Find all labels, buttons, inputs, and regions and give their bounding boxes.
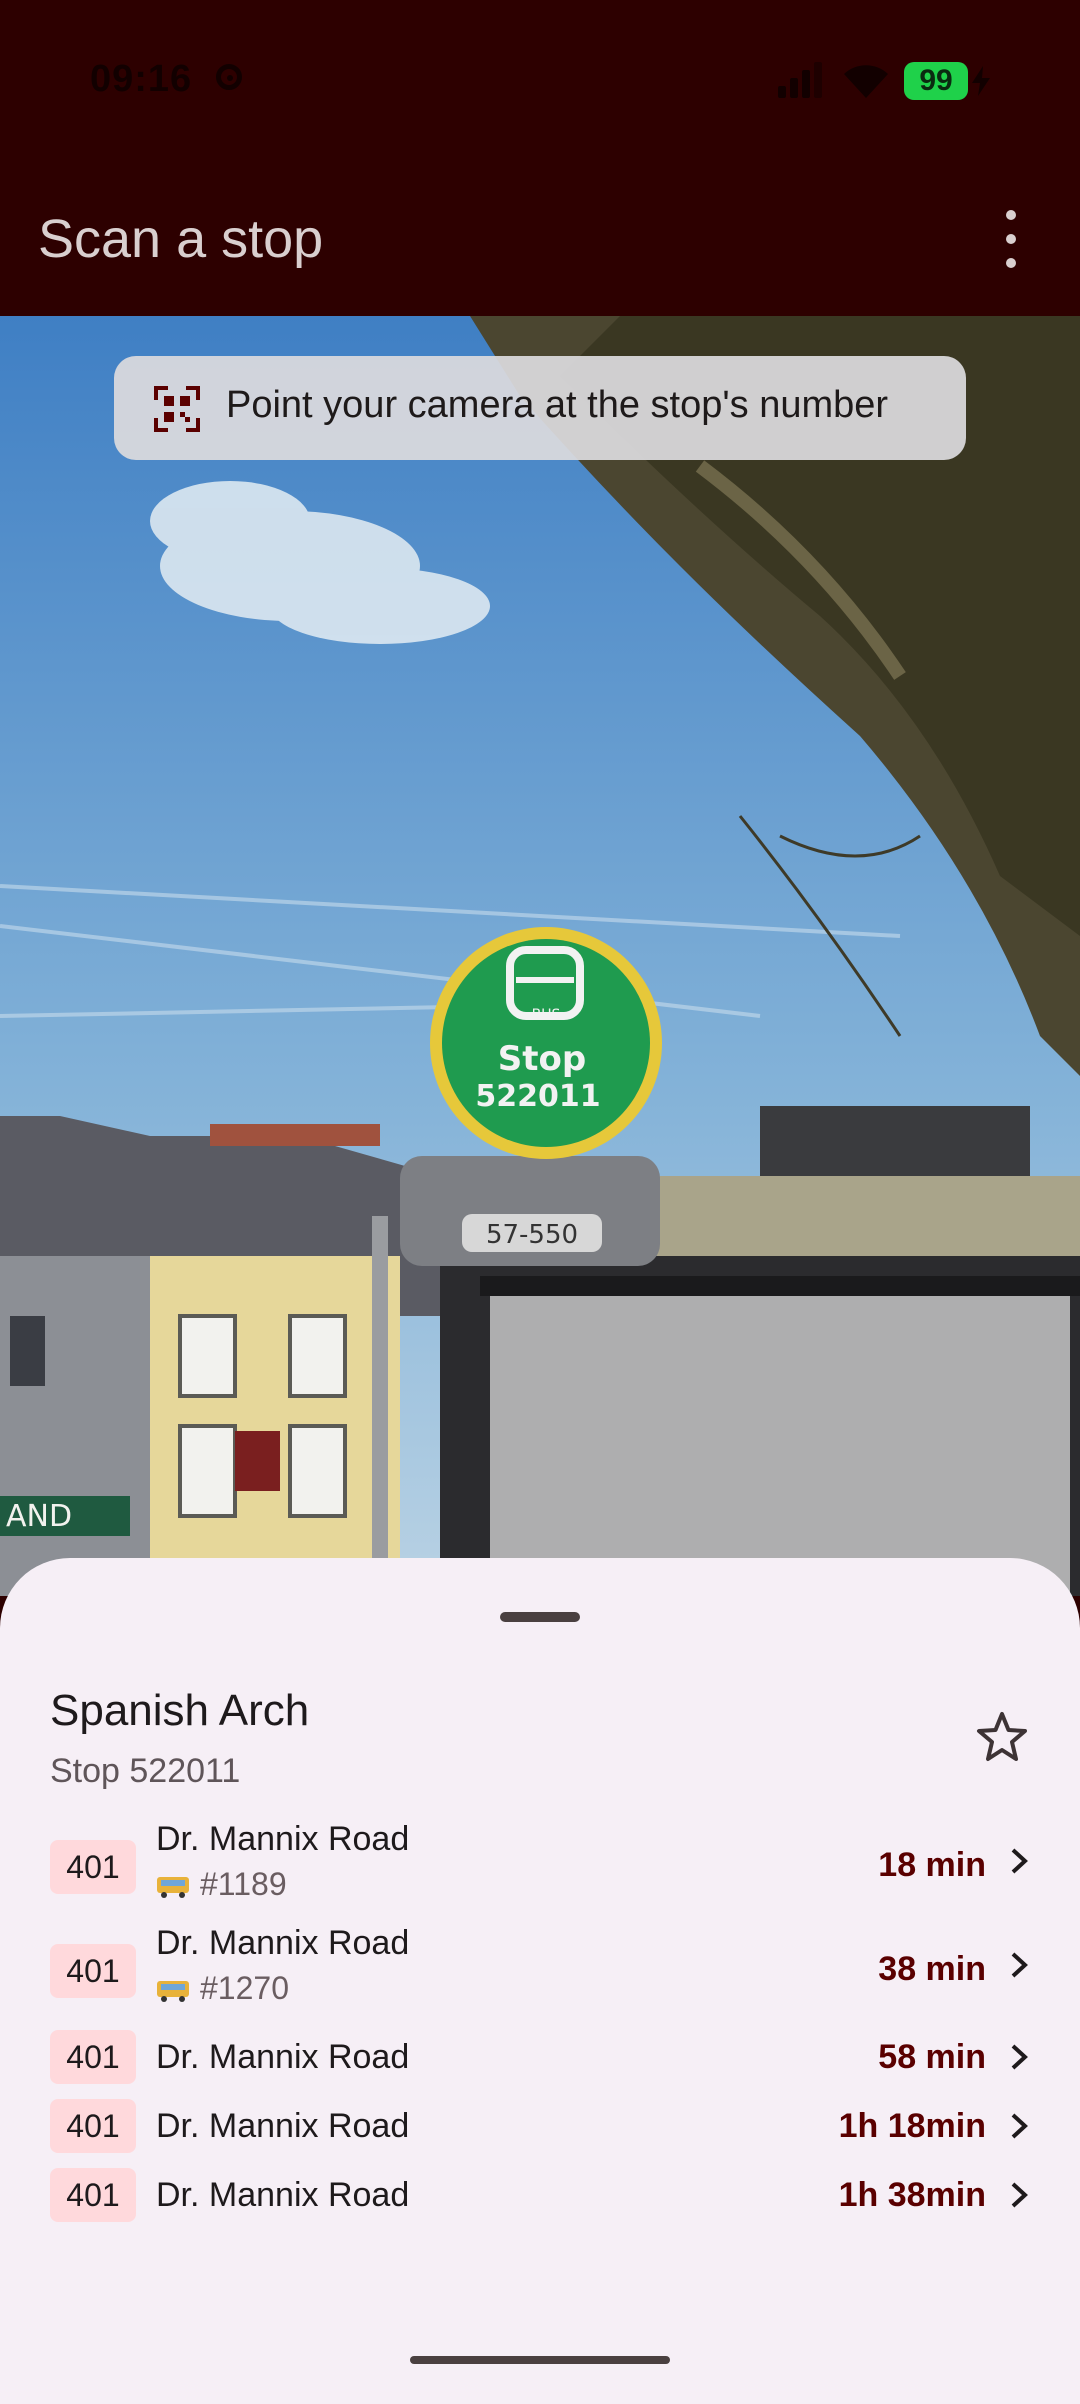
arrival-destination: Dr. Mannix Road <box>156 2176 410 2214</box>
scan-hint: Point your camera at the stop's number <box>114 356 966 460</box>
chevron-right-icon <box>1011 2113 1028 2139</box>
arrival-eta: 18 min <box>878 1846 986 1884</box>
route-badge: 401 <box>50 2168 136 2222</box>
vehicle-number: #1189 <box>200 1866 287 1902</box>
app-bar: Scan a stop <box>0 160 1080 316</box>
arrival-eta: 58 min <box>878 2038 986 2076</box>
arrival-row[interactable]: 401 Dr. Mannix Road #1189 18 min <box>0 1820 1080 1920</box>
route-badge: 401 <box>50 2099 136 2153</box>
sign-stop-word: Stop <box>498 1039 586 1079</box>
stop-name: Spanish Arch <box>50 1686 310 1735</box>
arrival-destination: Dr. Mannix Road <box>156 2107 410 2145</box>
chevron-right-icon <box>1011 1952 1028 1978</box>
scan-hint-text: Point your camera at the stop's number <box>226 384 889 426</box>
arrival-row[interactable]: 401 Dr. Mannix Road #1270 38 min <box>0 1924 1080 2024</box>
stop-code: Stop 522011 <box>50 1752 241 1790</box>
drag-handle[interactable] <box>500 1612 580 1622</box>
bus-icon <box>157 1876 189 1898</box>
arrival-destination: Dr. Mannix Road <box>156 1924 410 1962</box>
charging-icon <box>972 66 990 96</box>
sign-stop-number: 522011 <box>475 1079 600 1114</box>
status-bar: 09:16 99 <box>0 0 1080 160</box>
bus-icon <box>157 1980 189 2002</box>
qr-scan-icon <box>154 386 200 432</box>
sign-pole <box>372 1216 388 1596</box>
page-title: Scan a stop <box>38 209 324 269</box>
arrival-row[interactable]: 401 Dr. Mannix Road 58 min <box>0 2030 1080 2090</box>
vehicle-info: #1270 <box>156 1970 289 2007</box>
camera-preview[interactable]: AND 57-550 BUS Stop 522011 <box>0 316 1080 1596</box>
battery-icon: 99 <box>904 62 968 100</box>
chevron-right-icon <box>1011 2182 1028 2208</box>
vehicle-number: #1270 <box>200 1970 289 2006</box>
route-badge: 401 <box>50 1840 136 1894</box>
wifi-icon <box>844 65 888 98</box>
sign-bus-text: BUS <box>532 1007 561 1023</box>
arrival-destination: Dr. Mannix Road <box>156 1820 410 1858</box>
star-outline-icon[interactable] <box>972 1708 1032 1768</box>
arrival-eta: 38 min <box>878 1950 986 1988</box>
chevron-right-icon <box>1011 2044 1028 2070</box>
shop-sign-text: AND <box>6 1499 72 1534</box>
arrival-row[interactable]: 401 Dr. Mannix Road 1h 18min <box>0 2099 1080 2159</box>
status-time: 09:16 <box>90 58 193 100</box>
chevron-right-icon <box>1011 1848 1028 1874</box>
vehicle-info: #1189 <box>156 1866 287 1903</box>
route-badge: 401 <box>50 1944 136 1998</box>
arrival-eta: 1h 38min <box>838 2176 986 2214</box>
camera-scene: AND 57-550 BUS Stop 522011 <box>0 316 1080 1596</box>
arrival-destination: Dr. Mannix Road <box>156 2038 410 2076</box>
more-vert-icon[interactable] <box>990 210 1034 270</box>
arrival-row[interactable]: 401 Dr. Mannix Road 1h 38min <box>0 2168 1080 2228</box>
cell-signal-icon <box>778 58 828 98</box>
sign-plate-text: 57-550 <box>486 1220 578 1250</box>
route-badge: 401 <box>50 2030 136 2084</box>
notification-dot-icon <box>216 64 242 90</box>
home-indicator[interactable] <box>410 2356 670 2364</box>
arrival-eta: 1h 18min <box>838 2107 986 2145</box>
stop-bottom-sheet[interactable]: Spanish Arch Stop 522011 401 Dr. Mannix … <box>0 1558 1080 2404</box>
